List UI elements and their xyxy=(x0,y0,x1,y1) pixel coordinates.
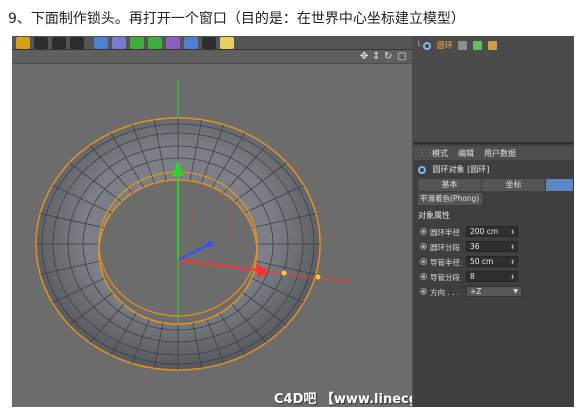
torus-icon xyxy=(423,41,432,50)
hierarchy-icon: └ xyxy=(416,41,421,50)
render-picture-icon[interactable] xyxy=(52,37,66,49)
perspective-viewport[interactable]: ✥ ↕ ↻ ▢ C4D吧 【www.linec xyxy=(12,50,412,407)
visibility-check-icon[interactable] xyxy=(473,41,483,50)
prop-pipe-segments: 导管分段 8 ⬍ xyxy=(418,271,574,283)
phong-tag-icon[interactable] xyxy=(487,41,497,50)
menu-user-data[interactable]: 用户数据 xyxy=(484,148,516,159)
spinner-icon: ⬍ xyxy=(509,229,515,236)
object-name[interactable]: 圆环 xyxy=(437,41,453,50)
object-type-title: 圆环对象 [圆环] xyxy=(432,165,490,174)
torus-icon xyxy=(418,165,426,174)
gizmo-z-axis xyxy=(177,243,211,261)
point-handle-icon xyxy=(281,270,287,276)
spinner-icon: ⬍ xyxy=(509,274,515,281)
attributes-title: 圆环对象 [圆环] xyxy=(418,164,489,175)
menu-mode[interactable]: 模式 xyxy=(432,148,448,159)
deformer-icon[interactable] xyxy=(166,37,180,49)
tab-basic[interactable]: 基本 xyxy=(418,179,482,191)
subdivision-icon[interactable] xyxy=(130,37,144,49)
keyframe-dot-icon[interactable] xyxy=(420,273,427,280)
keyframe-dot-icon[interactable] xyxy=(420,288,427,295)
pipe-radius-input[interactable]: 50 cm ⬍ xyxy=(466,256,518,267)
attributes-menubar: ⋮⋮ 模式 编辑 用户数据 xyxy=(414,146,574,160)
point-handle-icon xyxy=(315,274,321,280)
render-view-icon[interactable] xyxy=(34,37,48,49)
tab-object[interactable] xyxy=(546,179,574,191)
object-manager: └ 圆环 xyxy=(414,36,574,144)
layer-tag-icon[interactable] xyxy=(458,41,468,50)
prop-orientation: 方向 . . . +Z ▼ xyxy=(418,286,574,298)
ring-radius-input[interactable]: 200 cm ⬍ xyxy=(466,226,518,237)
film-icon[interactable] xyxy=(16,37,30,49)
menu-edit[interactable]: 编辑 xyxy=(458,148,474,159)
right-panel: └ 圆环 ⋮⋮ 模式 编辑 用户数据 圆环对象 [圆环] 基本 坐标 平滑着色(… xyxy=(414,36,574,407)
cinema4d-window: ✥ ↕ ↻ ▢ C4D吧 【www.linec └ 圆环 ⋮⋮ 模式 编辑 用户… xyxy=(12,36,574,407)
prop-ring-segments: 圆环分段 36 ⬍ xyxy=(418,241,574,253)
gizmo-z-handle-icon xyxy=(207,241,213,247)
tab-coordinates[interactable]: 坐标 xyxy=(482,179,546,191)
keyframe-dot-icon[interactable] xyxy=(420,228,427,235)
pen-icon[interactable] xyxy=(112,37,126,49)
pipe-segments-input[interactable]: 8 ⬍ xyxy=(466,271,518,282)
section-object-properties: 对象属性 xyxy=(418,211,450,220)
object-row-torus[interactable]: └ 圆环 xyxy=(416,40,497,52)
keyframe-dot-icon[interactable] xyxy=(420,243,427,250)
keyframe-dot-icon[interactable] xyxy=(420,258,427,265)
viewport-scene xyxy=(35,80,353,371)
main-toolbar xyxy=(12,36,412,50)
watermark-text: C4D吧 【www.linecg.com/tieba/1799】 xyxy=(274,392,412,407)
caption-text: 9、下面制作锁头。再打开一个窗口（目的是：在世界中心坐标建立模型） xyxy=(8,11,465,27)
chevron-down-icon: ▼ xyxy=(513,288,518,295)
spinner-icon: ⬍ xyxy=(509,244,515,251)
camera-icon[interactable] xyxy=(202,37,216,49)
attribute-tabs: 基本 坐标 xyxy=(418,179,574,191)
floor-icon[interactable] xyxy=(184,37,198,49)
orientation-select[interactable]: +Z ▼ xyxy=(466,286,522,297)
gizmo-x-axis xyxy=(177,259,259,271)
render-settings-icon[interactable] xyxy=(70,37,84,49)
spinner-icon: ⬍ xyxy=(509,259,515,266)
light-icon[interactable] xyxy=(220,37,234,49)
tab-phong[interactable]: 平滑着色(Phong) xyxy=(418,193,482,205)
array-icon[interactable] xyxy=(148,37,162,49)
cube-icon[interactable] xyxy=(94,37,108,49)
ring-segments-input[interactable]: 36 ⬍ xyxy=(466,241,518,252)
prop-pipe-radius: 导管半径 50 cm ⬍ xyxy=(418,256,574,268)
prop-ring-radius: 圆环半径 200 cm ⬍ xyxy=(418,226,574,238)
